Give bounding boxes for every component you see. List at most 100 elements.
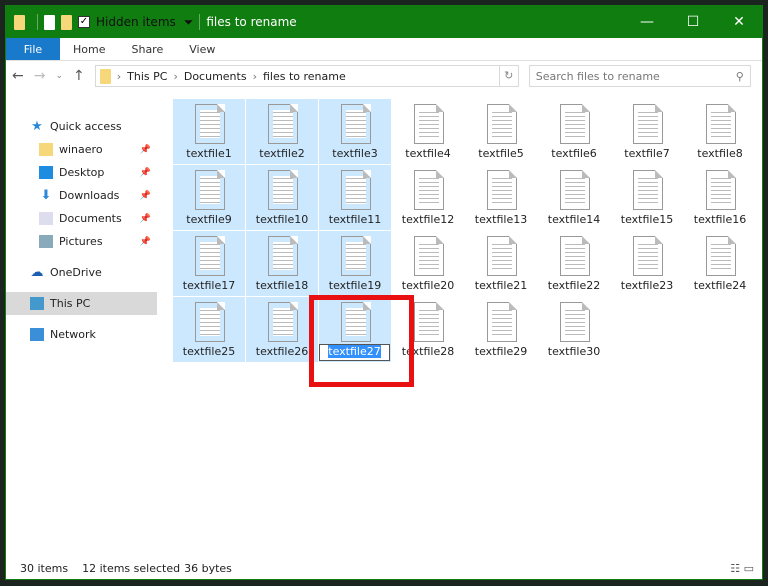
close-button[interactable]: ✕	[716, 14, 762, 30]
file-item[interactable]: textfile23	[611, 231, 683, 296]
sidebar-item-pictures[interactable]: Pictures 📌	[6, 230, 157, 253]
folder-icon[interactable]	[14, 14, 25, 30]
sidebar-item-label: Quick access	[50, 120, 122, 133]
file-name: textfile21	[474, 279, 528, 292]
search-input[interactable]: Search files to rename ⚲	[528, 65, 751, 87]
file-name: textfile11	[328, 213, 382, 226]
file-item[interactable]: textfile26	[246, 297, 318, 362]
file-name: textfile22	[547, 279, 601, 292]
file-name: textfile3	[332, 147, 378, 160]
pin-icon[interactable]: 📌	[140, 145, 151, 155]
file-item[interactable]: textfile14	[538, 165, 610, 230]
text-file-icon	[195, 104, 225, 144]
file-item[interactable]: textfile11	[319, 165, 391, 230]
file-name: textfile10	[255, 213, 309, 226]
file-item[interactable]: textfile10	[246, 165, 318, 230]
file-item[interactable]: textfile13	[465, 165, 537, 230]
sidebar-item-network[interactable]: Network	[6, 323, 157, 346]
file-item[interactable]: textfile12	[392, 165, 464, 230]
address-bar[interactable]: › This PC › Documents › files to rename	[94, 65, 500, 87]
file-item[interactable]: textfile16	[684, 165, 756, 230]
file-item[interactable]: textfile15	[611, 165, 683, 230]
pin-icon[interactable]: 📌	[140, 237, 151, 247]
forward-button[interactable]: →	[34, 68, 46, 84]
file-item[interactable]: textfile18	[246, 231, 318, 296]
sidebar-item-label: Documents	[59, 212, 122, 225]
text-file-icon	[195, 302, 225, 342]
documents-icon	[39, 212, 53, 225]
sidebar-item-downloads[interactable]: ⬇ Downloads 📌	[6, 184, 157, 207]
status-bar: 30 items 12 items selected 36 bytes ☷ ▭	[6, 557, 762, 579]
file-name: textfile20	[401, 279, 455, 292]
file-item[interactable]: textfile20	[392, 231, 464, 296]
refresh-button[interactable]: ↻	[498, 65, 519, 87]
hidden-items-checkbox[interactable]: ✓	[78, 16, 90, 28]
sidebar-item-desktop[interactable]: Desktop 📌	[6, 161, 157, 184]
breadcrumb-documents[interactable]: Documents	[184, 70, 247, 83]
file-name: textfile5	[478, 147, 524, 160]
file-name: textfile23	[620, 279, 674, 292]
file-item[interactable]: textfile5	[465, 99, 537, 164]
text-file-icon	[487, 236, 517, 276]
tab-view[interactable]: View	[176, 38, 228, 60]
file-item[interactable]: textfile4	[392, 99, 464, 164]
text-file-icon	[341, 170, 371, 210]
file-item[interactable]: textfile9	[173, 165, 245, 230]
file-item[interactable]: textfile6	[538, 99, 610, 164]
file-item[interactable]: textfile1	[173, 99, 245, 164]
tab-home[interactable]: Home	[60, 38, 118, 60]
text-file-icon	[487, 104, 517, 144]
properties-icon[interactable]	[44, 14, 55, 30]
hidden-items-label[interactable]: Hidden items	[96, 15, 176, 29]
pin-icon[interactable]: 📌	[140, 168, 151, 178]
recent-locations-button[interactable]: ⌄	[55, 71, 63, 81]
item-count: 30 items	[20, 561, 69, 575]
view-toggle-icons[interactable]: ☷ ▭	[730, 562, 754, 575]
separator	[37, 14, 38, 30]
file-name: textfile8	[697, 147, 743, 160]
file-item[interactable]: textfile21	[465, 231, 537, 296]
text-file-icon	[487, 302, 517, 342]
file-name: textfile15	[620, 213, 674, 226]
up-button[interactable]: ↑	[73, 68, 85, 84]
maximize-button[interactable]: ☐	[670, 14, 716, 30]
file-item[interactable]: textfile24	[684, 231, 756, 296]
pin-icon[interactable]: 📌	[140, 214, 151, 224]
file-item[interactable]: textfile3	[319, 99, 391, 164]
back-button[interactable]: ←	[12, 68, 24, 84]
tab-file[interactable]: File	[6, 38, 60, 60]
download-icon: ⬇	[40, 188, 52, 203]
file-item[interactable]: textfile19	[319, 231, 391, 296]
file-item[interactable]: textfile29	[465, 297, 537, 362]
file-name: textfile25	[182, 345, 236, 358]
breadcrumb-this-pc[interactable]: This PC	[127, 70, 167, 83]
file-item[interactable]: textfile22	[538, 231, 610, 296]
file-item[interactable]: textfile17	[173, 231, 245, 296]
file-item[interactable]: textfile7	[611, 99, 683, 164]
sidebar-item-onedrive[interactable]: ☁ OneDrive	[6, 261, 157, 284]
file-name: textfile7	[624, 147, 670, 160]
file-item[interactable]: textfile2	[246, 99, 318, 164]
file-name: textfile17	[182, 279, 236, 292]
pin-icon[interactable]: 📌	[140, 191, 151, 201]
file-item[interactable]: textfile25	[173, 297, 245, 362]
customize-toolbar-icon[interactable]: ⏷	[184, 15, 194, 30]
sidebar-item-this-pc[interactable]: This PC	[6, 292, 157, 315]
sidebar-item-quick-access[interactable]: ★ Quick access	[6, 115, 157, 138]
sidebar-item-winaero[interactable]: winaero 📌	[6, 138, 157, 161]
breadcrumb-files-to-rename[interactable]: files to rename	[263, 70, 346, 83]
minimize-button[interactable]: —	[624, 14, 670, 30]
chevron-icon: ›	[173, 69, 178, 83]
file-name: textfile19	[328, 279, 382, 292]
file-item[interactable]: textfile30	[538, 297, 610, 362]
highlight-box	[309, 295, 414, 387]
window-title: files to rename	[206, 15, 297, 29]
file-item[interactable]: textfile8	[684, 99, 756, 164]
sidebar-item-documents[interactable]: Documents 📌	[6, 207, 157, 230]
text-file-icon	[268, 236, 298, 276]
tab-share[interactable]: Share	[118, 38, 176, 60]
new-folder-icon[interactable]	[61, 14, 72, 30]
sidebar-item-label: winaero	[59, 143, 103, 156]
file-name: textfile9	[186, 213, 232, 226]
file-name: textfile16	[693, 213, 747, 226]
